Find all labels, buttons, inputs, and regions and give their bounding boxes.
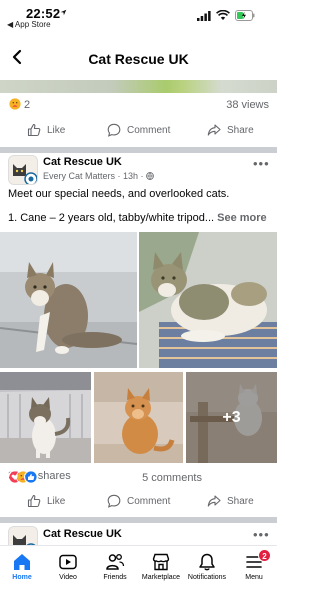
post-actions: Like Comment Share bbox=[0, 490, 277, 512]
cat-in-pen-photo bbox=[0, 372, 91, 463]
nav-marketplace-label: Marketplace bbox=[141, 574, 181, 581]
lying-cat-photo bbox=[139, 232, 277, 368]
cat-rescue-logo bbox=[9, 527, 37, 546]
comment-label: Comment bbox=[127, 495, 171, 507]
video-icon bbox=[59, 554, 77, 570]
nav-notifications[interactable]: Notifications bbox=[182, 552, 232, 581]
status-time: 22:52 bbox=[26, 6, 61, 21]
nav-menu-label: Menu bbox=[245, 574, 263, 581]
post-photo-4[interactable] bbox=[94, 372, 183, 463]
comment-button[interactable]: Comment bbox=[107, 490, 170, 512]
post-photo-5[interactable]: +3 bbox=[186, 372, 277, 463]
previous-post-stats: 2 38 views bbox=[8, 97, 269, 113]
bottom-navigation: Home Video Friends Marketplace Notificat… bbox=[0, 545, 277, 600]
sub-page-name[interactable]: Every Cat Matters bbox=[43, 171, 115, 181]
post-comments-count[interactable]: 5 comments bbox=[142, 472, 202, 484]
wifi-icon bbox=[216, 10, 230, 20]
marketplace-icon bbox=[152, 553, 170, 571]
like-button[interactable]: Like bbox=[27, 490, 65, 512]
post-divider bbox=[0, 517, 277, 523]
share-label: Share bbox=[227, 495, 254, 507]
nav-friends[interactable]: Friends bbox=[90, 552, 140, 581]
post-meta: Every Cat Matters · 13h · bbox=[43, 171, 154, 181]
comment-button[interactable]: Comment bbox=[107, 119, 170, 141]
status-bar: 22:52 ◀ App Store bbox=[0, 0, 277, 30]
post-photo-3[interactable] bbox=[0, 372, 91, 463]
globe-icon bbox=[146, 172, 154, 180]
post-page-name[interactable]: Cat Rescue UK bbox=[43, 156, 122, 168]
cellular-signal-icon bbox=[197, 11, 211, 21]
ginger-cat-photo bbox=[94, 372, 183, 463]
like-icon bbox=[27, 494, 41, 508]
share-button[interactable]: Share bbox=[207, 490, 254, 512]
page-title: Cat Rescue UK bbox=[88, 51, 189, 67]
location-arrow-icon bbox=[60, 9, 67, 16]
previous-post-image[interactable] bbox=[0, 80, 277, 93]
nav-notifications-label: Notifications bbox=[187, 574, 227, 581]
like-button[interactable]: Like bbox=[27, 119, 65, 141]
like-icon bbox=[27, 123, 41, 137]
nav-friends-label: Friends bbox=[103, 574, 127, 581]
comment-icon bbox=[107, 494, 121, 508]
post-photo-1[interactable] bbox=[0, 232, 137, 368]
comment-icon bbox=[107, 123, 121, 137]
nav-home[interactable]: Home bbox=[0, 552, 47, 581]
previous-post-actions: Like Comment Share bbox=[0, 119, 277, 141]
share-button[interactable]: Share bbox=[207, 119, 254, 141]
post-text-line-1: Meet our special needs, and overlooked c… bbox=[8, 188, 230, 200]
share-icon bbox=[207, 495, 221, 507]
share-label: Share bbox=[227, 124, 254, 136]
home-icon bbox=[14, 554, 30, 570]
like-reaction-icon bbox=[24, 470, 38, 484]
post-stats: 32 5 comments 11 shares bbox=[8, 470, 269, 486]
more-photos-overlay[interactable]: +3 bbox=[186, 372, 277, 463]
next-post-page-name[interactable]: Cat Rescue UK bbox=[43, 528, 122, 540]
post-text-excerpt: 1. Cane – 2 years old, tabby/white tripo… bbox=[8, 212, 215, 224]
bell-icon bbox=[199, 553, 215, 571]
nav-home-label: Home bbox=[12, 574, 32, 581]
share-icon bbox=[207, 124, 221, 136]
previous-post-reaction-count[interactable]: 2 bbox=[24, 99, 30, 111]
page-header: Cat Rescue UK bbox=[0, 42, 277, 78]
previous-post-views: 38 views bbox=[226, 99, 269, 111]
post-more-options-icon[interactable]: ••• bbox=[253, 156, 270, 171]
nav-menu[interactable]: 2 Menu bbox=[229, 549, 279, 581]
care-reaction-icon bbox=[8, 97, 22, 111]
menu-notification-badge: 2 bbox=[258, 549, 271, 562]
post-photo-2[interactable] bbox=[139, 232, 277, 368]
nav-video-label: Video bbox=[59, 574, 77, 581]
friends-icon bbox=[106, 554, 125, 570]
like-label: Like bbox=[47, 495, 66, 507]
tabby-cat-photo bbox=[0, 232, 137, 368]
next-post-more-options-icon[interactable]: ••• bbox=[253, 527, 270, 542]
back-to-app-store-link[interactable]: ◀ App Store bbox=[7, 20, 51, 29]
post-time[interactable]: · 13h · bbox=[118, 171, 144, 181]
battery-charging-icon bbox=[235, 10, 255, 21]
see-more-link[interactable]: See more bbox=[217, 212, 267, 224]
comment-label: Comment bbox=[127, 124, 171, 136]
next-post-avatar[interactable] bbox=[8, 526, 38, 546]
cat-rescue-logo bbox=[9, 156, 37, 184]
nav-marketplace[interactable]: Marketplace bbox=[136, 552, 186, 581]
nav-video[interactable]: Video bbox=[43, 552, 93, 581]
like-label: Like bbox=[47, 124, 66, 136]
post-divider bbox=[0, 147, 277, 153]
page-avatar[interactable] bbox=[8, 155, 38, 185]
post-text-line-2: 1. Cane – 2 years old, tabby/white tripo… bbox=[8, 212, 270, 224]
